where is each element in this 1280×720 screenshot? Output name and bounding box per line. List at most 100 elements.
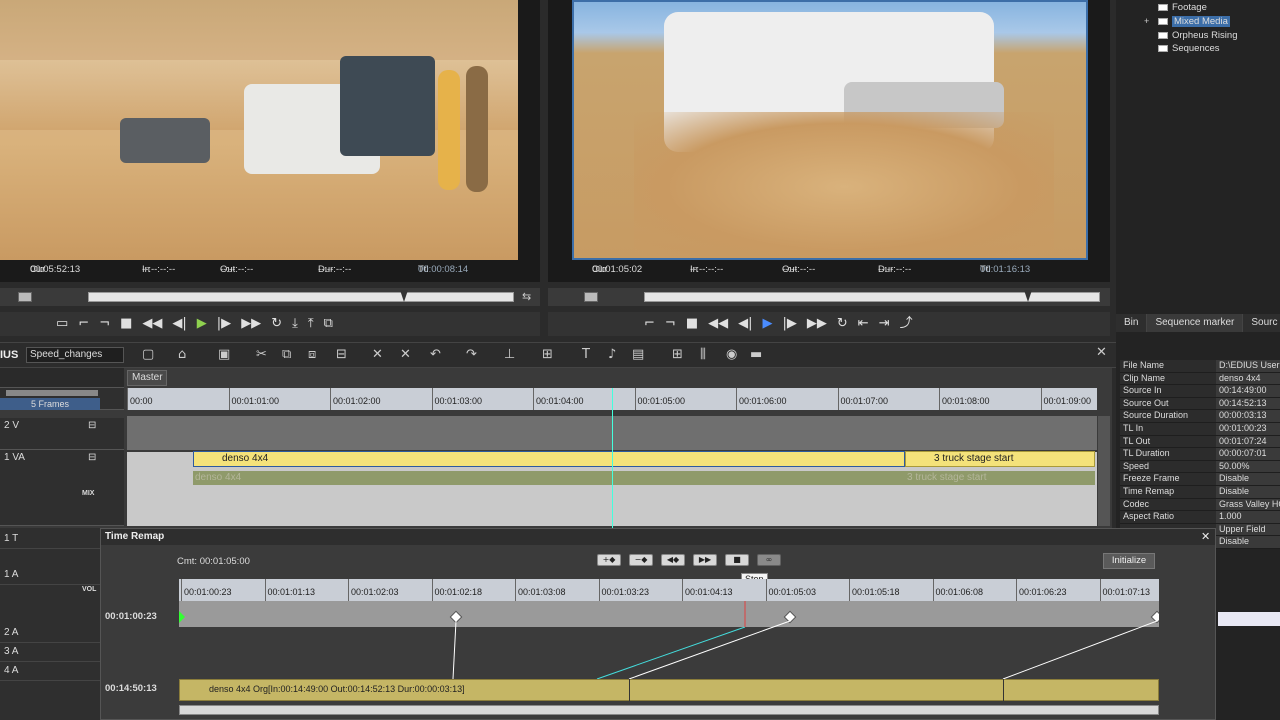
paste-icon[interactable]: ⧈	[308, 347, 316, 362]
bin-folder[interactable]: Footage	[1158, 2, 1207, 13]
set-out-icon[interactable]: ¬	[665, 314, 676, 334]
recorder-shuttle-knob[interactable]	[584, 292, 598, 302]
add-clip-icon[interactable]: ▭	[56, 314, 68, 334]
tab-source[interactable]: Sourc	[1243, 314, 1280, 332]
keyframe-marker[interactable]	[1150, 610, 1159, 624]
add-keyframe-icon[interactable]: +◆	[597, 554, 621, 566]
fast-forward-icon[interactable]: ▶▶	[807, 314, 827, 334]
master-tab[interactable]: Master	[127, 370, 167, 386]
timeline-scrollbar[interactable]	[1098, 416, 1110, 526]
settings-icon[interactable]: ⫼	[700, 347, 706, 362]
cut-icon[interactable]: ✂	[256, 347, 267, 362]
step-forward-icon[interactable]: |▶	[783, 314, 797, 334]
rewind-icon[interactable]: ◀◀	[708, 314, 728, 334]
sync-icon[interactable]: ⇆	[522, 290, 531, 303]
save-project-icon[interactable]: ▣	[218, 347, 230, 362]
microphone-icon[interactable]: ♪	[608, 347, 616, 362]
clip-3-truck-stage-start-audio[interactable]: 3 truck stage start	[905, 471, 1095, 485]
set-in-icon[interactable]: ⌐	[78, 314, 89, 334]
overwrite-icon[interactable]: ⤒	[308, 314, 314, 334]
track-3a[interactable]: 3 A	[0, 643, 100, 662]
property-value[interactable]: Upper Field	[1216, 523, 1280, 536]
property-value[interactable]: 50.00%	[1216, 460, 1280, 473]
stop-icon[interactable]: ■	[725, 554, 749, 566]
redo-icon[interactable]: ↷	[466, 347, 477, 362]
timeline-playhead[interactable]	[612, 388, 613, 528]
sequence-name[interactable]: Speed_changes	[26, 347, 124, 363]
fast-forward-icon[interactable]: ▶▶	[241, 314, 261, 334]
property-value[interactable]: 1.000	[1216, 511, 1280, 523]
copy-icon[interactable]: ⧉	[282, 347, 291, 362]
keyframe-marker[interactable]	[783, 610, 797, 624]
insert-icon[interactable]: ⤓	[292, 314, 298, 334]
track-1t[interactable]: 1 T	[0, 530, 100, 549]
set-in-icon[interactable]: ⌐	[644, 314, 655, 334]
timescale-control[interactable]: 5 Frames	[0, 388, 124, 410]
bin-folder[interactable]: Orpheus Rising	[1158, 30, 1237, 41]
play-icon[interactable]: ▶▶	[693, 554, 717, 566]
tab-bin[interactable]: Bin	[1116, 314, 1148, 332]
property-value[interactable]: 00:01:07:24	[1216, 435, 1280, 448]
open-project-icon[interactable]: ⌂	[178, 347, 186, 362]
mixer-icon[interactable]: ⊞	[542, 347, 553, 362]
bin-folder[interactable]: Sequences	[1158, 43, 1220, 54]
loop-icon[interactable]: ↻	[837, 314, 848, 334]
player-shuttle-knob[interactable]	[18, 292, 32, 302]
step-forward-icon[interactable]: |▶	[217, 314, 231, 334]
property-value[interactable]: 00:00:03:13	[1216, 410, 1280, 422]
clip-denso-4x4-audio[interactable]: denso 4x4	[193, 471, 905, 485]
time-remap-ruler[interactable]: 00:01:00:23 00:01:01:13 00:01:02:03 00:01:0…	[179, 579, 1159, 601]
export-icon[interactable]: ⤴	[900, 314, 913, 334]
property-value[interactable]: Disable	[1216, 485, 1280, 498]
track-4a[interactable]: 4 A	[0, 662, 100, 681]
prev-edit-icon[interactable]: ⇤	[858, 314, 869, 334]
layout-icon[interactable]: ▬	[750, 347, 762, 362]
render-icon[interactable]: ⧉	[324, 314, 333, 334]
property-value[interactable]: 00:00:07:01	[1216, 448, 1280, 460]
property-value[interactable]: Grass Valley HQ	[1216, 498, 1280, 511]
property-value[interactable]: 00:01:00:23	[1216, 422, 1280, 435]
stop-icon[interactable]: ■	[120, 314, 132, 334]
player-scrub-bar[interactable]: ⇆	[0, 288, 540, 306]
timescale-label[interactable]: 5 Frames	[0, 398, 100, 410]
close-icon[interactable]: ✕	[1201, 530, 1210, 543]
tab-sequence-marker[interactable]: Sequence marker	[1147, 314, 1244, 332]
delete-keyframe-icon[interactable]: −◆	[629, 554, 653, 566]
new-sequence-icon[interactable]: ▢	[142, 347, 154, 362]
step-back-icon[interactable]: ◀|	[738, 314, 752, 334]
clip-3-truck-stage-start[interactable]: 3 truck stage start	[905, 451, 1095, 467]
track-lock-icon[interactable]: ⊟	[88, 420, 96, 431]
property-value[interactable]: D:\EDIUS User	[1216, 360, 1280, 372]
ripple-delete-icon[interactable]: ✕	[400, 347, 411, 362]
keyframe-marker[interactable]	[449, 610, 463, 624]
track-1va[interactable]: 1 VA ⊟ MIX	[0, 450, 124, 526]
recorder-scrub-bar[interactable]	[548, 288, 1110, 306]
loop-icon[interactable]: ↻	[271, 314, 282, 334]
loop-icon[interactable]: ∞	[757, 554, 781, 566]
player-position-track[interactable]	[88, 292, 514, 302]
track-2a[interactable]: 2 A	[0, 624, 100, 643]
play-icon[interactable]: ▶	[197, 314, 207, 334]
initialize-button[interactable]: Initialize	[1103, 553, 1155, 569]
zoom-slider[interactable]	[6, 390, 98, 396]
property-value[interactable]: Disable	[1216, 536, 1280, 548]
horizontal-scrollbar[interactable]	[179, 705, 1159, 715]
grid-icon[interactable]: ⊞	[672, 347, 683, 362]
prev-keyframe-icon[interactable]: ◀◆	[661, 554, 685, 566]
clip-denso-4x4[interactable]: denso 4x4	[193, 451, 905, 467]
step-back-icon[interactable]: ◀|	[172, 314, 186, 334]
rewind-icon[interactable]: ◀◀	[142, 314, 162, 334]
color-wheel-icon[interactable]: ◉	[726, 347, 737, 362]
undo-icon[interactable]: ↶	[430, 347, 441, 362]
properties-scroll-thumb[interactable]	[1218, 612, 1280, 626]
close-icon[interactable]: ✕	[1096, 345, 1107, 360]
property-value[interactable]: Disable	[1216, 473, 1280, 485]
stop-icon[interactable]: ■	[686, 314, 698, 334]
expand-icon[interactable]: +	[1144, 16, 1149, 26]
marker-icon[interactable]: ⊥	[504, 347, 515, 362]
track-1a[interactable]: 1 A	[0, 566, 100, 585]
recorder-position-track[interactable]	[644, 292, 1100, 302]
next-edit-icon[interactable]: ⇥	[879, 314, 890, 334]
bin-folder[interactable]: Mixed Media	[1158, 16, 1230, 27]
color-icon[interactable]: ▤	[632, 347, 644, 362]
